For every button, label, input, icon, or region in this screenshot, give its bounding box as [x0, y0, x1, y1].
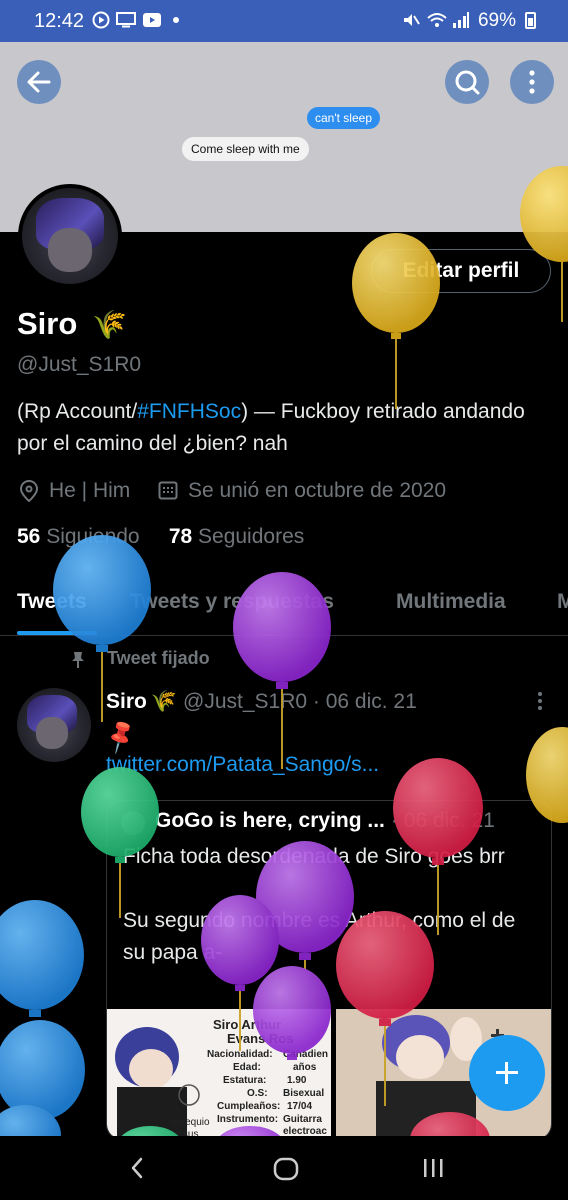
location-pin-icon	[19, 480, 39, 502]
pushpin-emoji: 📌	[101, 717, 141, 756]
quoted-tweet-header: GoGo is here, crying ... · 06 dic. 21	[155, 809, 495, 833]
profile-name: Siro	[17, 306, 78, 341]
nav-recents-icon[interactable]	[420, 1156, 446, 1180]
edit-profile-button[interactable]: Editar perfil	[371, 249, 551, 293]
compose-tweet-button[interactable]	[469, 1035, 545, 1111]
battery-percent: 69%	[477, 10, 516, 31]
mute-icon	[404, 14, 420, 26]
search-button[interactable]	[445, 60, 489, 104]
profile-location: He | Him	[49, 479, 131, 502]
wheat-emoji: 🌾	[150, 690, 177, 713]
hashtag-link[interactable]: #FNFHSoc	[137, 400, 241, 423]
status-bar: 12:42 69%	[0, 0, 568, 42]
following-link[interactable]: 56 Siguiendo	[17, 525, 140, 548]
quoted-tweet-text: Ficha toda desordenada de Siro goes brr …	[123, 845, 516, 964]
tweet-author-name[interactable]: Siro	[106, 690, 147, 713]
tab-tweets-replies[interactable]: Tweets y respuestas	[130, 590, 334, 614]
balloon-blue	[0, 1020, 85, 1140]
tweet-author-meta: @Just_S1R0 · 06 dic. 21	[183, 690, 417, 713]
wheat-emoji: 🌾	[92, 309, 127, 340]
quoted-author-name: GoGo is here, crying ...	[155, 809, 385, 832]
profile-stats: 56 Siguiendo 78 Seguidores	[17, 525, 304, 549]
profile-handle: @Just_S1R0	[17, 353, 142, 376]
pin-icon	[72, 652, 84, 668]
followers-link[interactable]: 78 Seguidores	[169, 525, 304, 548]
battery-icon	[525, 12, 536, 29]
tweet-author-avatar[interactable]	[17, 688, 91, 762]
active-tab-indicator	[17, 631, 97, 635]
tab-media[interactable]: Multimedia	[396, 590, 506, 614]
android-navigation-bar	[0, 1136, 568, 1200]
quoted-author-avatar	[121, 811, 145, 835]
notification-dot-icon	[173, 17, 179, 23]
back-button[interactable]	[17, 60, 61, 104]
nav-back-icon[interactable]	[126, 1156, 150, 1180]
quoted-image-character-sheet[interactable]: Siro Arthur Evans Ros Nacionalidad: Cana…	[107, 1009, 331, 1139]
kebab-menu-icon	[529, 70, 535, 94]
tab-likes[interactable]: M	[557, 590, 568, 614]
calendar-icon	[158, 481, 178, 500]
tweet-more-icon[interactable]	[536, 690, 544, 712]
balloon-blue	[0, 900, 84, 1017]
profile-bio: (Rp Account/#FNFHSoc) — Fuckboy retirado…	[17, 400, 525, 455]
wifi-icon	[427, 13, 447, 27]
tab-tweets[interactable]: Tweets	[17, 590, 87, 614]
profile-joined-date: Se unió en octubre de 2020	[188, 479, 447, 502]
quoted-date: · 06 dic. 21	[390, 809, 495, 832]
banner-message-left: Come sleep with me	[182, 137, 309, 161]
signal-icon	[453, 12, 469, 28]
profile-tabs: Tweets Tweets y respuestas Multimedia M	[0, 580, 568, 636]
screen-cast-icon	[116, 12, 136, 28]
search-icon	[455, 70, 480, 95]
media-play-icon	[92, 11, 110, 29]
status-time: 12:42	[34, 10, 85, 32]
youtube-icon	[143, 13, 161, 27]
tweet-link[interactable]: twitter.com/Patata_Sango/s...	[106, 753, 379, 777]
more-options-button[interactable]	[510, 60, 554, 104]
nav-home-icon[interactable]	[272, 1156, 300, 1182]
back-arrow-icon	[27, 71, 51, 93]
profile-avatar[interactable]	[18, 184, 122, 288]
tweet-header: Siro 🌾 @Just_S1R0 · 06 dic. 21	[106, 690, 417, 714]
banner-message-right: can't sleep	[307, 107, 380, 129]
